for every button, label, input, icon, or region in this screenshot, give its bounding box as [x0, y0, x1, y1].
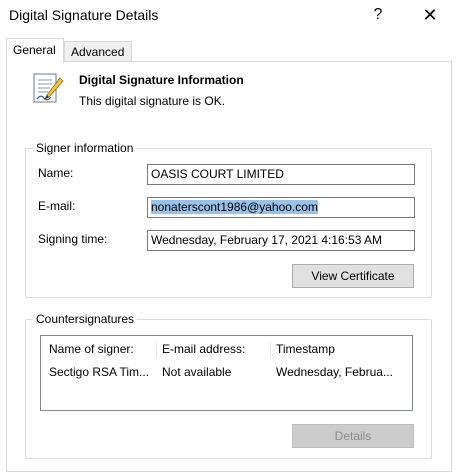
- signing-time-label: Signing time:: [38, 232, 108, 246]
- name-value: OASIS COURT LIMITED: [151, 167, 284, 181]
- signature-status: This digital signature is OK.: [79, 94, 226, 108]
- window-title: Digital Signature Details: [9, 7, 159, 23]
- signing-time-field[interactable]: Wednesday, February 17, 2021 4:16:53 AM: [147, 230, 415, 251]
- list-header: Name of signer: E-mail address: Timestam…: [41, 340, 412, 360]
- email-field[interactable]: nonaterscont1986@yahoo.com: [147, 197, 415, 218]
- name-label: Name:: [38, 166, 74, 180]
- email-value: nonaterscont1986@yahoo.com: [151, 200, 318, 214]
- column-divider[interactable]: [156, 342, 157, 358]
- name-field[interactable]: OASIS COURT LIMITED: [147, 164, 415, 185]
- list-item[interactable]: Sectigo RSA Tim... Not available Wednesd…: [41, 363, 412, 383]
- tab-advanced[interactable]: Advanced: [64, 41, 132, 63]
- signer-group-label: Signer information: [33, 141, 137, 155]
- column-header-name[interactable]: Name of signer:: [49, 340, 155, 358]
- signer-name-cell: Sectigo RSA Tim...: [49, 365, 150, 379]
- email-label: E-mail:: [38, 199, 76, 213]
- countersignatures-list[interactable]: Name of signer: E-mail address: Timestam…: [40, 335, 413, 411]
- countersignatures-group-label: Countersignatures: [33, 312, 138, 326]
- help-button[interactable]: ?: [356, 0, 400, 32]
- view-certificate-button[interactable]: View Certificate: [292, 264, 414, 288]
- email-cell: Not available: [162, 365, 232, 379]
- timestamp-cell: Wednesday, Februa...: [276, 365, 393, 379]
- tab-strip: General Advanced: [6, 38, 452, 63]
- certificate-document-icon: [30, 72, 64, 108]
- column-header-timestamp[interactable]: Timestamp: [276, 340, 408, 358]
- tab-general[interactable]: General: [6, 38, 64, 63]
- title-bar: Digital Signature Details ? ✕: [0, 0, 458, 32]
- details-button[interactable]: Details: [292, 424, 414, 448]
- info-title: Digital Signature Information: [79, 73, 244, 87]
- signing-time-value: Wednesday, February 17, 2021 4:16:53 AM: [151, 233, 383, 247]
- column-header-email[interactable]: E-mail address:: [162, 340, 266, 358]
- column-divider[interactable]: [270, 342, 271, 358]
- close-button[interactable]: ✕: [408, 0, 452, 32]
